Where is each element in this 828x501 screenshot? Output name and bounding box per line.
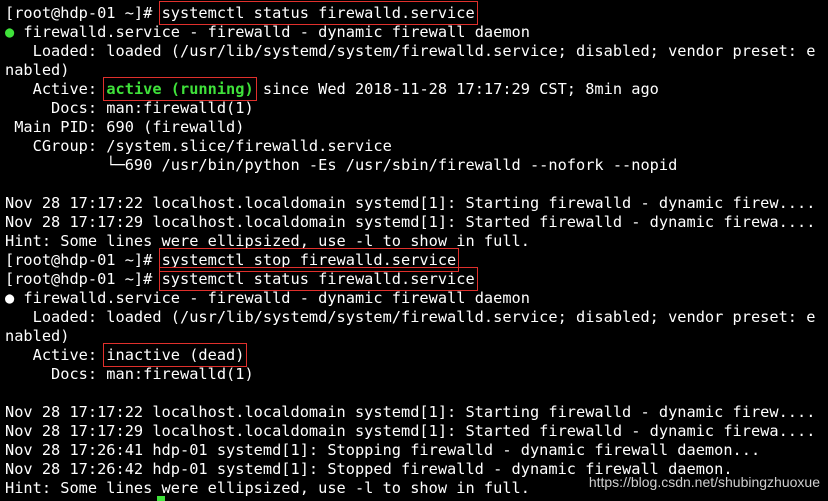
active-line: Active: active (running) since Wed 2018-… [5,77,659,101]
active-line: Active: inactive (dead) [5,343,248,367]
loaded-line-wrap: nabled) [5,61,70,79]
unit-header-line: ● firewalld.service - firewalld - dynami… [5,289,530,308]
docs-line: Docs: man:firewalld(1) [5,99,254,117]
prompt-line: [root@hdp-01 ~]# systemctl status firewa… [5,1,478,25]
log-line: Nov 28 17:26:41 hdp-01 systemd[1]: Stopp… [5,441,761,459]
cgroup-line: CGroup: /system.slice/firewalld.service [5,137,392,155]
terminal-window[interactable]: [root@hdp-01 ~]# systemctl status firewa… [0,0,828,501]
hint-line: Hint: Some lines were ellipsized, use -l… [5,479,530,498]
loaded-line-wrap: nabled) [5,327,70,345]
hint-line: Hint: Some lines were ellipsized, use -l… [5,232,530,250]
hint-text: Hint: Some lines were ellipsized, use -l… [5,479,530,497]
prompt-line: [root@hdp-01 ~]# systemctl status firewa… [5,267,478,291]
status-dot-icon: ● [5,23,15,41]
watermark-url: https://blog.csdn.net/shubingzhuoxue [588,474,820,490]
status-dot-icon: ● [5,289,15,307]
active-label: Active: [5,346,107,364]
main-pid-line: Main PID: 690 (firewalld) [5,118,245,136]
shell-prompt: [root@hdp-01 ~]# [5,270,162,288]
stop-command: systemctl stop firewalld.service [158,248,460,272]
unit-header-line: ● firewalld.service - firewalld - dynami… [5,23,530,42]
log-line: Nov 28 17:17:22 localhost.localdomain sy… [5,194,816,212]
active-state-inactive: inactive (dead) [103,343,248,367]
shell-prompt: [root@hdp-01 ~]# [5,251,162,269]
text-cursor-icon [157,496,165,501]
cursor-row [157,496,165,501]
unit-description: firewalld.service - firewalld - dynamic … [14,23,530,41]
active-since: since Wed 2018-11-28 17:17:29 CST; 8min … [253,80,659,98]
loaded-line: Loaded: loaded (/usr/lib/systemd/system/… [5,42,816,60]
log-line: Nov 28 17:17:22 localhost.localdomain sy… [5,403,816,421]
log-line: Nov 28 17:17:29 localhost.localdomain sy… [5,213,816,231]
status-command: systemctl status firewalld.service [158,267,478,291]
docs-line: Docs: man:firewalld(1) [5,365,254,383]
loaded-line: Loaded: loaded (/usr/lib/systemd/system/… [5,308,816,326]
active-label: Active: [5,80,107,98]
unit-description: firewalld.service - firewalld - dynamic … [14,289,530,307]
prompt-line: [root@hdp-01 ~]# systemctl stop firewall… [5,248,460,272]
cgroup-process-line: └─690 /usr/bin/python -Es /usr/sbin/fire… [5,156,678,174]
status-command: systemctl status firewalld.service [158,1,478,25]
log-line: Nov 28 17:17:29 localhost.localdomain sy… [5,422,816,440]
shell-prompt: [root@hdp-01 ~]# [5,4,162,22]
active-state-running: active (running) [103,77,257,101]
